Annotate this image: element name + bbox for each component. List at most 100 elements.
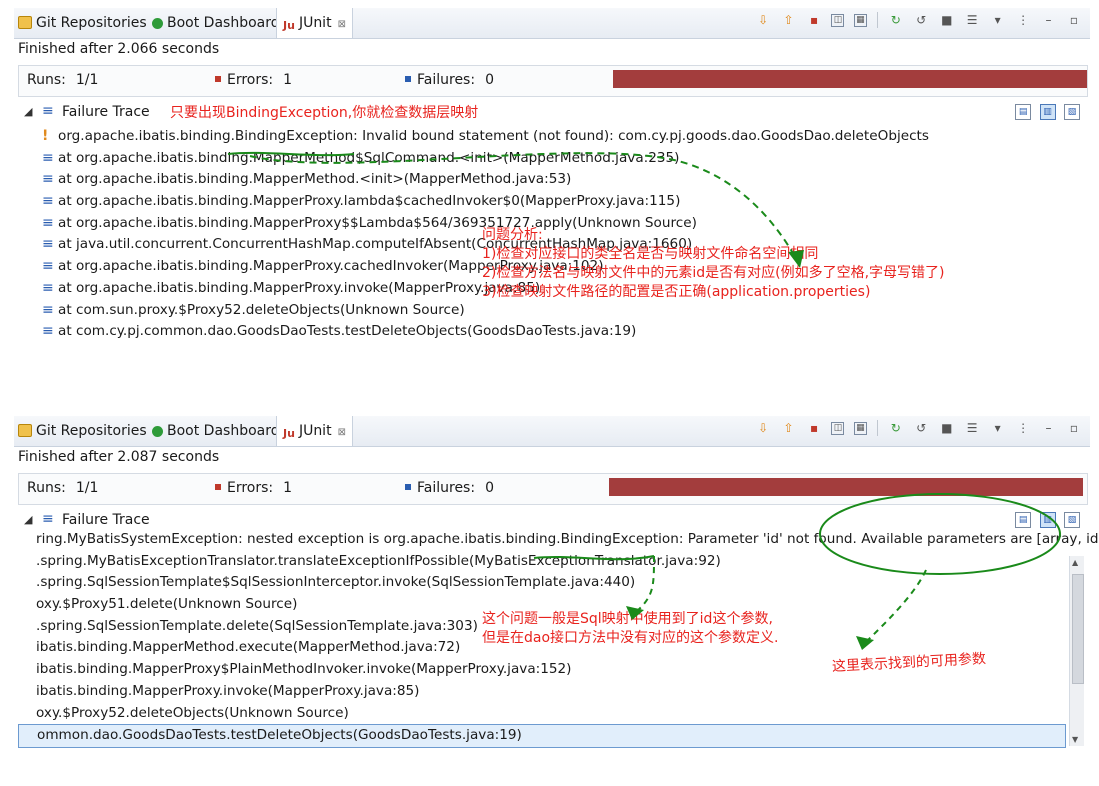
trace-tools: ▤ ▥ ▧	[1011, 510, 1080, 528]
next-failure-icon[interactable]: ⇩	[755, 420, 771, 436]
view-tab-bar: Git Repositories Boot Dashboard Ju JUnit ⊠…	[14, 416, 1090, 447]
previous-failure-icon[interactable]: ⇧	[781, 420, 797, 436]
trace-text: .spring.MyBatisExceptionTranslator.trans…	[36, 552, 721, 569]
layout-icon[interactable]: ▦	[853, 13, 867, 27]
trace-text: ring.MyBatisSystemException: nested exce…	[36, 531, 1099, 547]
trace-row[interactable]: .spring.MyBatisExceptionTranslator.trans…	[18, 551, 1066, 573]
trace-text: oxy.$Proxy52.deleteObjects(Unknown Sourc…	[36, 704, 349, 721]
tab-junit[interactable]: Ju JUnit ⊠	[276, 8, 353, 38]
filter-stack-icon[interactable]: ▥	[1039, 512, 1056, 528]
failures-label: Failures:	[417, 72, 476, 88]
trace-row[interactable]: ibatis.binding.MapperProxy.invoke(Mapper…	[18, 681, 1066, 703]
show-failures-only-icon[interactable]: ▪	[806, 12, 822, 28]
git-repo-icon	[18, 424, 32, 437]
trace-text: at com.sun.proxy.$Proxy52.deleteObjects(…	[58, 301, 465, 318]
trace-row[interactable]: ≡ at org.apache.ibatis.binding.MapperProx…	[18, 191, 1058, 213]
trace-row[interactable]: .spring.SqlSessionTemplate$SqlSessionInt…	[18, 572, 1066, 594]
trace-text: at org.apache.ibatis.binding.MapperProxy…	[58, 279, 541, 296]
rerun-test-icon[interactable]: ↻	[888, 420, 904, 436]
layout-icon[interactable]: ▦	[853, 421, 867, 435]
rerun-test-icon[interactable]: ↻	[888, 12, 904, 28]
counters-bar: Runs: 1/1 Errors: 1 Failures: 0	[18, 473, 1088, 505]
tab-label: Git Repositories	[36, 15, 147, 31]
tab-boot-dashboard[interactable]: Boot Dashboard	[152, 416, 280, 446]
view-menu-icon[interactable]: ⋮	[1015, 420, 1031, 436]
errors-counter: Errors: 1	[215, 480, 292, 496]
filter-stack-icon[interactable]: ▥	[1039, 104, 1056, 120]
tab-label: Boot Dashboard	[167, 423, 280, 439]
runs-counter: Runs: 1/1	[27, 480, 98, 496]
junit-icon: Ju	[283, 427, 295, 440]
error-icon	[215, 76, 221, 82]
trace-text: .spring.SqlSessionTemplate.delete(SqlSes…	[36, 617, 478, 634]
test-progress-bar	[613, 70, 1087, 88]
copy-trace-icon[interactable]: ▧	[1064, 512, 1080, 528]
history-icon[interactable]: ☰	[964, 12, 980, 28]
tab-junit[interactable]: Ju JUnit ⊠	[276, 416, 353, 446]
dropdown-icon[interactable]: ▾	[990, 420, 1006, 436]
view-toolbar: ⇩ ⇧ ▪ ◫ ▦ ↻ ↺ ■ ☰ ▾ ⋮ – ▫	[750, 12, 1082, 32]
minimize-icon[interactable]: –	[1041, 420, 1057, 436]
boot-dashboard-icon	[152, 18, 163, 29]
history-icon[interactable]: ☰	[964, 420, 980, 436]
stop-icon[interactable]: ■	[939, 12, 955, 28]
rerun-failed-first-icon[interactable]: ↺	[913, 420, 929, 436]
view-toolbar: ⇩ ⇧ ▪ ◫ ▦ ↻ ↺ ■ ☰ ▾ ⋮ – ▫	[750, 420, 1082, 440]
stack-frame-icon: ≡	[42, 149, 54, 166]
maximize-icon[interactable]: ▫	[1066, 12, 1082, 28]
scroll-lock-icon[interactable]: ◫	[831, 13, 845, 27]
tab-boot-dashboard[interactable]: Boot Dashboard	[152, 8, 280, 38]
stop-icon[interactable]: ■	[939, 420, 955, 436]
failure-trace-label: Failure Trace	[62, 512, 150, 528]
collapse-icon[interactable]: ◢	[24, 513, 32, 526]
compare-result-icon[interactable]: ▤	[1015, 104, 1032, 120]
stack-frame-icon: ≡	[42, 236, 54, 253]
trace-text: at org.apache.ibatis.binding.MapperMetho…	[58, 149, 680, 166]
vertical-scrollbar[interactable]: ▲ ▼	[1069, 556, 1084, 746]
trace-row-selected[interactable]: ommon.dao.GoodsDaoTests.testDeleteObject…	[18, 724, 1066, 748]
failures-value: 0	[485, 480, 494, 496]
collapse-icon[interactable]: ◢	[24, 105, 32, 118]
errors-value: 1	[283, 72, 293, 88]
run-status-text: Finished after 2.087 seconds	[18, 449, 220, 465]
analysis-note: 问题分析: 1)检查对应接口的类全名是否与映射文件命名空间相同 2)检查方法名与…	[482, 226, 945, 302]
trace-text: org.apache.ibatis.binding.BindingExcepti…	[58, 128, 929, 144]
close-icon[interactable]: ⊠	[338, 19, 346, 30]
trace-text: .spring.SqlSessionTemplate$SqlSessionInt…	[36, 574, 636, 591]
stack-frame-icon: ≡	[42, 171, 54, 188]
scroll-up-icon[interactable]: ▲	[1072, 558, 1078, 567]
view-menu-icon[interactable]: ⋮	[1015, 12, 1031, 28]
runs-counter: Runs: 1/1	[27, 72, 98, 88]
trace-row[interactable]: ! org.apache.ibatis.binding.BindingExcept…	[18, 126, 1058, 148]
copy-trace-icon[interactable]: ▧	[1064, 104, 1080, 120]
minimize-icon[interactable]: –	[1041, 12, 1057, 28]
scrollbar-thumb[interactable]	[1072, 574, 1084, 684]
trace-row[interactable]: ≡ at com.cy.pj.common.dao.GoodsDaoTests.t…	[18, 321, 1058, 343]
trace-text: ibatis.binding.MapperProxy$PlainMethodIn…	[36, 661, 572, 678]
run-status-text: Finished after 2.066 seconds	[18, 41, 220, 57]
trace-row[interactable]: ≡ at org.apache.ibatis.binding.MapperMeth…	[18, 169, 1058, 191]
show-failures-only-icon[interactable]: ▪	[806, 420, 822, 436]
failure-icon	[405, 484, 411, 490]
maximize-icon[interactable]: ▫	[1066, 420, 1082, 436]
tab-label: JUnit	[298, 15, 332, 31]
close-icon[interactable]: ⊠	[338, 427, 346, 438]
scroll-down-icon[interactable]: ▼	[1072, 735, 1078, 744]
next-failure-icon[interactable]: ⇩	[755, 12, 771, 28]
scroll-lock-icon[interactable]: ◫	[831, 421, 845, 435]
previous-failure-icon[interactable]: ⇧	[781, 12, 797, 28]
trace-row[interactable]: ≡ at org.apache.ibatis.binding.MapperMeth…	[18, 148, 1058, 170]
tab-git-repositories[interactable]: Git Repositories	[18, 416, 147, 446]
stack-frame-icon: ≡	[42, 279, 54, 296]
tab-git-repositories[interactable]: Git Repositories	[18, 8, 147, 38]
dropdown-icon[interactable]: ▾	[990, 12, 1006, 28]
trace-row[interactable]: ring.MyBatisSystemException: nested exce…	[18, 529, 1099, 551]
compare-result-icon[interactable]: ▤	[1015, 512, 1032, 528]
trace-row[interactable]: oxy.$Proxy52.deleteObjects(Unknown Sourc…	[18, 703, 1066, 725]
toolbar-separator	[877, 12, 879, 28]
rerun-failed-first-icon[interactable]: ↺	[913, 12, 929, 28]
trace-row[interactable]: ≡ at com.sun.proxy.$Proxy52.deleteObjects…	[18, 300, 1058, 322]
runs-value: 1/1	[75, 480, 99, 496]
stack-frame-icon: ≡	[42, 323, 54, 340]
stack-frame-icon: ≡	[42, 193, 54, 210]
